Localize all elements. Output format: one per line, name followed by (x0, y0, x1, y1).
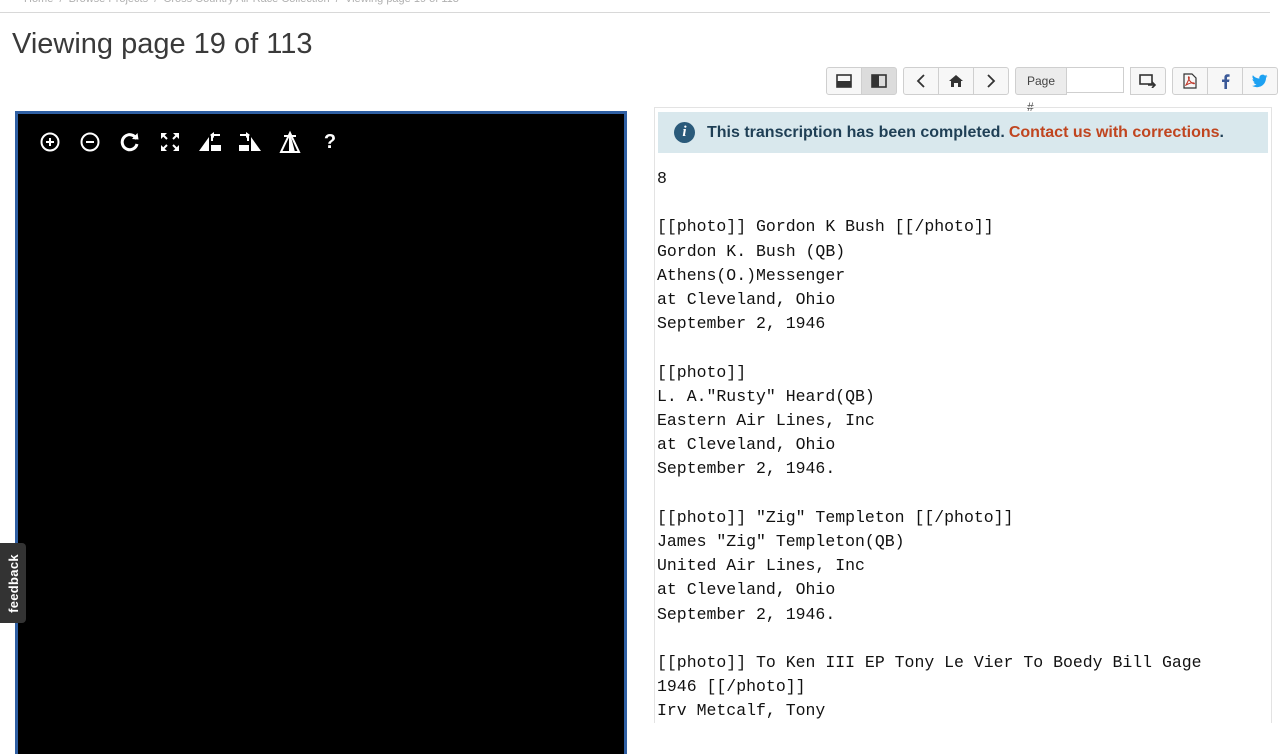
rotate-right-icon[interactable] (236, 130, 264, 154)
chevron-left-icon (916, 74, 925, 88)
previous-page-button[interactable] (903, 67, 939, 95)
layout-stacked-icon (836, 74, 852, 88)
zoom-in-icon[interactable] (36, 130, 64, 154)
page-number-label: Page # (1015, 67, 1068, 114)
image-viewer[interactable]: ? (15, 111, 627, 754)
transcription-panel: i This transcription has been completed.… (654, 107, 1272, 723)
contact-corrections-link[interactable]: Contact us with corrections (1009, 124, 1220, 142)
facebook-share-button[interactable] (1207, 67, 1244, 95)
page-title: Viewing page 19 of 113 (12, 28, 313, 60)
project-home-button[interactable] (938, 67, 974, 95)
feedback-label: feedback (5, 553, 21, 613)
notice-text: This transcription has been completed. (707, 123, 1005, 141)
pdf-icon (1183, 73, 1197, 89)
layout-side-by-side-button[interactable] (861, 67, 897, 95)
viewer-toolbar: ? (36, 130, 356, 154)
feedback-tab[interactable]: feedback (0, 543, 26, 623)
transcription-text: 8 [[photo]] Gordon K Bush [[/photo]] Gor… (657, 169, 1202, 721)
facebook-icon (1222, 74, 1230, 89)
next-page-button[interactable] (973, 67, 1009, 95)
go-to-page-icon (1139, 74, 1157, 88)
breadcrumb-bar: Home / Browse Projects / Cross Country A… (0, 0, 1270, 13)
rotate-left-icon[interactable] (196, 130, 224, 154)
page-toolbar: Page # (826, 67, 1280, 114)
zoom-out-icon[interactable] (76, 130, 104, 154)
page-number-input[interactable] (1067, 67, 1125, 93)
pdf-download-button[interactable] (1172, 67, 1209, 95)
page-number-jump: Page # (1015, 67, 1125, 114)
layout-side-by-side-icon (871, 74, 887, 88)
fullscreen-icon[interactable] (156, 130, 184, 154)
home-icon (949, 75, 963, 87)
breadcrumb: Home / Browse Projects / Cross Country A… (24, 0, 459, 5)
twitter-share-button[interactable] (1242, 67, 1279, 95)
info-icon: i (674, 122, 695, 143)
go-to-page-button[interactable] (1130, 67, 1167, 95)
completion-notice: i This transcription has been completed.… (658, 112, 1268, 153)
chevron-right-icon (987, 74, 996, 88)
help-icon[interactable]: ? (316, 130, 344, 154)
twitter-icon (1252, 74, 1268, 88)
adjust-icon[interactable] (276, 130, 304, 154)
layout-stacked-button[interactable] (826, 67, 862, 95)
notice-suffix: . (1219, 123, 1224, 141)
rotate-icon[interactable] (116, 130, 144, 154)
